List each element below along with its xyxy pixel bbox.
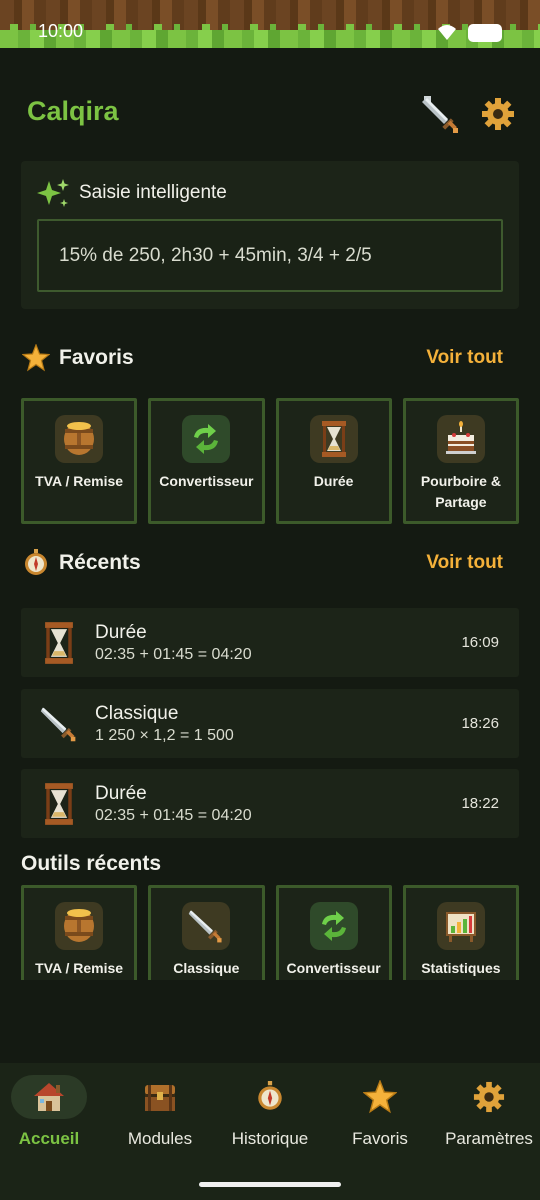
app-title: Calqira [27, 96, 119, 126]
recent-item-title: Durée [95, 622, 147, 643]
favorite-tile-label: TVA / Remise [35, 473, 124, 489]
favorite-tile-tva[interactable]: TVA / Remise [21, 398, 138, 524]
hourglass-icon [45, 622, 73, 664]
nav-label: Accueil [18, 1129, 80, 1148]
recent-item-expression: 1 250 × 1,2 = 1 500 [95, 727, 234, 744]
star-icon [342, 1075, 418, 1119]
convert-arrows-icon [182, 415, 231, 463]
nav-settings[interactable]: Paramètres [434, 1075, 540, 1155]
nav-history[interactable]: Historique [215, 1075, 325, 1155]
barrel-icon [55, 415, 104, 463]
recent-tool-label: TVA / Remise [35, 960, 124, 976]
convert-arrows-icon [309, 902, 358, 950]
recent-tool-tile-converter[interactable]: Convertisseur [275, 885, 392, 980]
recents-title: Récents [59, 551, 141, 574]
recent-tool-label: Statistiques [421, 960, 501, 976]
recent-item-time: 18:26 [461, 715, 499, 732]
compass-icon [21, 548, 51, 578]
chart-icon [436, 902, 485, 950]
sword-icon[interactable] [418, 92, 462, 136]
house-icon [11, 1075, 87, 1119]
hourglass-icon [45, 783, 73, 825]
recent-tool-label: Convertisseur [286, 960, 381, 976]
smart-input-field[interactable]: 15% de 250, 2h30 + 45min, 3/4 + 2/5 [37, 219, 503, 292]
compass-icon [232, 1075, 308, 1119]
recent-item-expression: 02:35 + 01:45 = 04:20 [95, 807, 252, 824]
favorites-title: Favoris [59, 346, 134, 369]
recent-item-duration-2[interactable]: Durée 02:35 + 01:45 = 04:20 18:22 [21, 769, 519, 838]
favorite-tile-label: Convertisseur [159, 473, 254, 489]
bottom-navigation: Accueil Modules Historique Favoris Param… [0, 1063, 540, 1200]
favorite-tile-label: Durée [313, 473, 354, 489]
star-icon [21, 343, 51, 373]
recent-item-classic[interactable]: Classique 1 250 × 1,2 = 1 500 18:26 [21, 689, 519, 758]
smart-input-card: Saisie intelligente 15% de 250, 2h30 + 4… [21, 161, 519, 309]
wifi-icon [438, 25, 456, 40]
nav-label: Paramètres [445, 1129, 533, 1148]
sword-icon [40, 707, 76, 742]
barrel-icon [55, 902, 104, 950]
sparkles-icon [37, 179, 69, 207]
recent-item-title: Classique [95, 703, 179, 724]
favorites-header: Favoris Voir tout [21, 341, 519, 375]
recents-header: Récents Voir tout [21, 546, 519, 580]
nav-label: Historique [231, 1129, 309, 1148]
recent-tool-tile-stats[interactable]: Statistiques [402, 885, 519, 980]
battery-icon [468, 24, 502, 42]
favorites-see-all-link[interactable]: Voir tout [426, 347, 503, 369]
recents-see-all-link[interactable]: Voir tout [426, 552, 503, 574]
status-bar: 10:00 [0, 0, 540, 48]
favorite-tile-label: Pourboire & Partage [420, 473, 501, 510]
recent-tool-tile-classic[interactable]: Classique [148, 885, 265, 980]
nav-label: Favoris [352, 1129, 408, 1148]
hourglass-icon [309, 415, 358, 463]
recent-item-time: 18:22 [461, 795, 499, 812]
favorites-grid: TVA / Remise Convertisseur Durée Pourboi… [21, 398, 519, 524]
recent-item-title: Durée [95, 783, 147, 804]
recent-item-duration-1[interactable]: Durée 02:35 + 01:45 = 04:20 16:09 [21, 608, 519, 677]
smart-input-title: Saisie intelligente [79, 182, 227, 203]
status-time: 10:00 [38, 21, 84, 41]
gear-icon[interactable] [476, 92, 520, 136]
gear-icon [451, 1075, 527, 1119]
recent-tool-tile-tva[interactable]: TVA / Remise [21, 885, 138, 980]
nav-favorites[interactable]: Favoris [325, 1075, 435, 1155]
home-indicator[interactable] [199, 1182, 341, 1187]
favorite-tile-duration[interactable]: Durée [275, 398, 392, 524]
recent-tools-title: Outils récents [21, 852, 162, 875]
recent-tool-label: Classique [173, 960, 240, 976]
recent-tools-grid: TVA / Remise Classique Convertisseur Sta… [21, 885, 519, 980]
recent-item-expression: 02:35 + 01:45 = 04:20 [95, 646, 252, 663]
recent-item-time: 16:09 [461, 634, 499, 651]
sword-icon [182, 902, 231, 950]
chest-icon [122, 1075, 198, 1119]
nav-modules[interactable]: Modules [105, 1075, 215, 1155]
cake-icon [436, 415, 485, 463]
nav-home[interactable]: Accueil [0, 1075, 104, 1155]
favorite-tile-tip[interactable]: Pourboire & Partage [402, 398, 519, 524]
nav-label: Modules [127, 1129, 193, 1148]
favorite-tile-converter[interactable]: Convertisseur [148, 398, 265, 524]
